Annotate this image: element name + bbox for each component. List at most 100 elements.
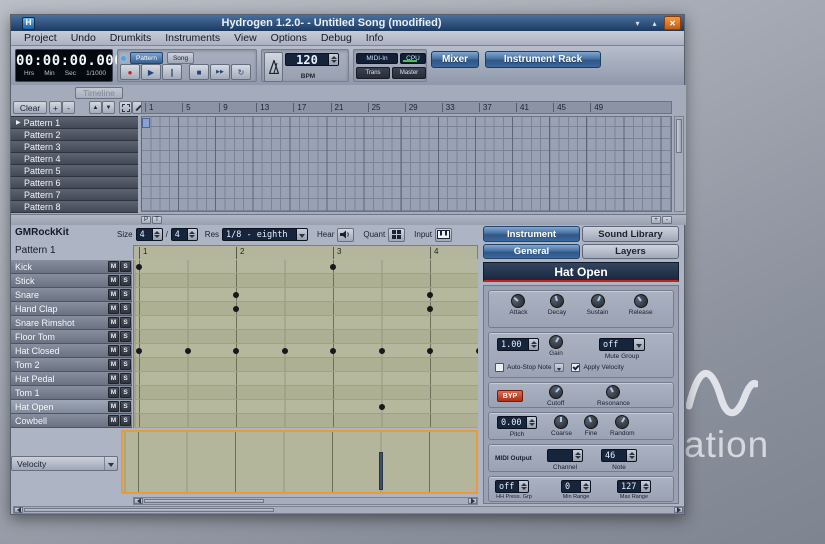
note-dot[interactable] [330,264,336,270]
note-grid-row[interactable] [134,316,478,330]
midi-channel-spinner[interactable] [547,449,583,462]
metronome-button[interactable] [264,52,283,82]
auto-stop-dropdown[interactable] [554,363,565,372]
pattern-ruler[interactable]: 1 2 3 4 [133,245,478,259]
menu-debug[interactable]: Debug [314,32,359,44]
spinner-arrows[interactable] [518,481,528,492]
instrument-rack-button[interactable]: Instrument Rack [485,51,601,68]
solo-button[interactable]: S [120,317,131,328]
note-dot[interactable] [427,348,433,354]
transport-pause-button[interactable]: ∥ [162,64,182,80]
titlebar[interactable]: H Hydrogen 1.2.0- - Untitled Song (modif… [11,15,684,31]
menu-instruments[interactable]: Instruments [158,32,227,44]
menu-undo[interactable]: Undo [64,32,103,44]
mute-button[interactable]: M [108,317,119,328]
scroll-left-arrow[interactable] [14,507,23,513]
solo-button[interactable]: S [120,303,131,314]
spinner-arrows[interactable] [572,450,582,461]
gain-value-display[interactable]: 1.00 [497,338,539,351]
mute-button[interactable]: M [108,331,119,342]
song-ruler[interactable]: 1 5 9 13 17 21 25 29 33 37 41 45 49 [141,101,672,114]
footer-p-button[interactable]: P [141,216,151,224]
spinner-arrows[interactable] [626,450,636,461]
random-knob[interactable] [612,412,632,432]
note-grid-row[interactable] [134,372,478,386]
pitch-value-display[interactable]: 0.00 [497,416,537,429]
song-mode-button[interactable]: Song [166,52,195,64]
pattern-list-item[interactable]: ▶ Pattern 1 [11,117,138,129]
solo-button[interactable]: S [120,275,131,286]
solo-button[interactable]: S [120,331,131,342]
mute-button[interactable]: M [108,303,119,314]
attack-knob[interactable] [508,291,529,311]
scrollbar-thumb[interactable] [144,499,264,503]
velocity-bar[interactable] [378,452,383,490]
move-up-button[interactable]: ▲ [89,101,102,114]
coarse-knob[interactable] [554,415,569,429]
hh-pressure-group-spinner[interactable]: off [495,480,529,493]
instrument-row[interactable]: Hat Closed M S [11,344,132,358]
pattern-list-item[interactable]: Pattern 2 [11,129,138,141]
tab-general[interactable]: General [483,244,580,259]
spinner-arrows[interactable] [528,339,538,350]
input-mode-button[interactable] [434,227,452,242]
scrollbar-thumb[interactable] [24,508,274,512]
release-knob[interactable] [630,291,651,311]
transport-record-button[interactable]: ● [120,64,140,80]
velocity-lane[interactable] [121,430,478,494]
note-dot[interactable] [233,348,239,354]
max-range-spinner[interactable]: 127 [617,480,651,493]
note-dot[interactable] [136,348,142,354]
note-grid[interactable] [133,260,478,428]
bpm-spinner-arrows[interactable] [328,54,338,65]
instrument-row[interactable]: Snare M S [11,288,132,302]
instrument-row[interactable]: Hand Clap M S [11,302,132,316]
instrument-row[interactable]: Cowbell M S [11,414,132,428]
solo-button[interactable]: S [120,289,131,300]
mute-button[interactable]: M [108,275,119,286]
song-vertical-scrollbar[interactable] [674,116,684,212]
move-down-button[interactable]: ▼ [102,101,115,114]
menu-drumkits[interactable]: Drumkits [103,32,158,44]
size-numerator-spinner[interactable]: 4 [135,228,163,241]
note-dot[interactable] [475,348,478,354]
pattern-mode-button[interactable]: Pattern [130,52,163,64]
close-button[interactable]: ✕ [664,16,681,30]
menu-view[interactable]: View [227,32,264,44]
sustain-knob[interactable] [588,291,607,311]
note-dot[interactable] [427,306,433,312]
note-grid-row[interactable] [134,400,478,414]
menu-project[interactable]: Project [17,32,64,44]
zoom-out-button[interactable]: - [662,216,672,224]
size-denominator-spinner[interactable]: 4 [170,228,198,241]
remove-pattern-button[interactable]: - [62,101,75,114]
instrument-row[interactable]: Tom 1 MS [11,386,132,400]
resolution-select[interactable]: 1/8 - eighth [222,228,309,241]
note-grid-row[interactable] [134,274,478,288]
note-dot[interactable] [233,292,239,298]
song-grid-active-cell[interactable] [142,118,150,128]
spinner-arrows[interactable] [526,417,536,428]
mute-group-select[interactable]: off [599,338,645,351]
mute-button[interactable]: M [108,387,119,398]
note-grid-row[interactable] [134,260,478,274]
filter-bypass-button[interactable]: BYP [497,390,523,402]
instrument-row[interactable]: Floor Tom M S [11,330,132,344]
scroll-left-arrow[interactable] [134,498,143,504]
solo-button[interactable]: S [120,415,131,426]
menu-info[interactable]: Info [359,32,391,44]
clear-sequence-button[interactable]: Clear [13,101,47,114]
min-range-spinner[interactable]: 0 [561,480,591,493]
note-dot[interactable] [136,264,142,270]
decay-knob[interactable] [548,292,566,310]
instrument-row[interactable]: Kick M S [11,260,132,274]
note-dot[interactable] [378,348,385,354]
master-button[interactable]: Master [392,67,426,79]
note-dot[interactable] [184,348,191,354]
solo-button[interactable]: S [120,373,131,384]
menu-options[interactable]: Options [264,32,314,44]
zoom-in-button[interactable]: + [651,216,661,224]
note-grid-row[interactable] [134,386,478,400]
transport-play-button[interactable]: ▶ [141,64,161,80]
mute-button[interactable]: M [108,289,119,300]
